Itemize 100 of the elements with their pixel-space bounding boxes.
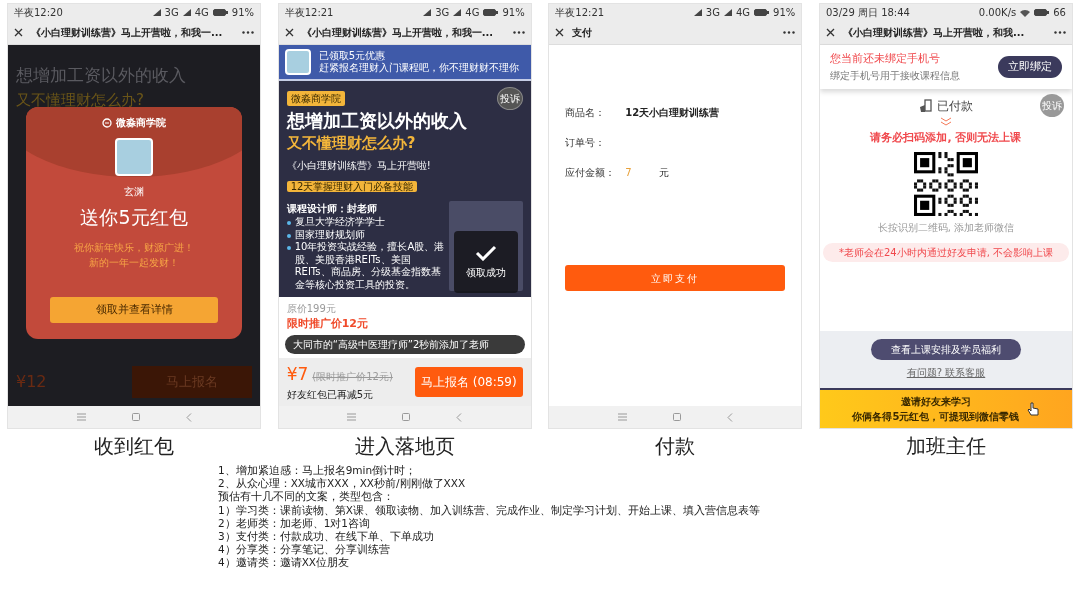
sender-name: 玄渊 <box>124 185 144 199</box>
bullet-icon <box>286 246 291 251</box>
back-icon[interactable] <box>726 412 733 422</box>
network-speed: 0.00K/s <box>978 6 1017 20</box>
bind-subtitle: 绑定手机号用于接收课程信息 <box>829 68 960 83</box>
caption: 付款 <box>655 434 696 458</box>
signal-icon <box>423 9 432 16</box>
greeting-text: 祝你新年快乐，财源广进！ <box>74 240 194 255</box>
menu-icon[interactable] <box>617 413 627 421</box>
signal-icon <box>182 9 191 16</box>
bullet-text: 国家理财规划师 <box>294 228 365 241</box>
signal-icon <box>453 9 462 16</box>
page-title: 支付 <box>572 26 594 40</box>
note-line: 2、从众心理：XX城市XXX，XX秒前/刚刚做了XXX <box>218 477 467 490</box>
more-icon[interactable] <box>242 31 254 34</box>
intro-text: 《小白理财训练营》马上开营啦! <box>286 159 432 174</box>
note-line: 3）支付类：付款成功、在线下单、下单成功 <box>218 530 435 544</box>
note-line: 1、增加紧迫感：马上报名9min倒计时； <box>218 464 418 478</box>
status-time: 半夜12:21 <box>284 6 334 20</box>
banner-subtitle: 赶紧报名理财入门课程吧，你不理财财不理你 <box>318 62 519 74</box>
battery-level: 91% <box>773 6 796 20</box>
claim-button[interactable]: 领取并查看详情 <box>49 296 219 323</box>
home-icon[interactable] <box>672 413 681 421</box>
battery-level: 91% <box>231 6 254 20</box>
signal-icon <box>693 9 702 16</box>
caption: 进入落地页 <box>354 434 455 458</box>
help-link[interactable]: 有问题? 联系客服 <box>906 365 986 380</box>
invite-banner[interactable]: 邀请好友来学习 你俩各得5元红包，可提现到微信零钱 <box>819 388 1072 428</box>
battery-icon <box>212 9 228 16</box>
currency-unit: 元 <box>659 165 670 180</box>
network-label: 3G <box>705 6 720 20</box>
field-label: 应付金额： <box>565 165 617 180</box>
schedule-button[interactable]: 查看上课安排及学员福利 <box>870 339 1021 360</box>
banner-title: 已领取5元优惠 <box>318 50 387 62</box>
bullet-text: 10年投资实战经验，擅长A股、港股、美股香港REITs、美国REITs、商品房、分级基金指数基金等核心投资工具的投资。 <box>294 241 445 292</box>
logo-icon <box>102 117 112 128</box>
back-icon[interactable] <box>456 412 463 422</box>
page-title: 《小白理财训练营》马上开营啦，和我一... <box>301 26 495 40</box>
avatar-placeholder <box>284 49 311 75</box>
brand-tag: 微淼商学院 <box>286 91 345 106</box>
avatar-placeholder <box>115 138 153 176</box>
complaint-button[interactable]: 投诉 <box>496 87 523 110</box>
notice-text: *老师会在24小时内通过好友申请, 不会影响上课 <box>822 243 1069 262</box>
checkmark-icon <box>474 244 497 261</box>
qr-code-drawing <box>913 152 978 216</box>
close-icon[interactable] <box>555 28 565 37</box>
page-title: 《小白理财训练营》马上开营啦，和我... <box>842 26 1026 40</box>
more-icon[interactable] <box>783 31 796 34</box>
note-line: 1）学习类：课前读物、第X课、领取读物、加入训练营、完成作业、制定学习计划、开始上课、填入营信息表等 <box>218 503 761 517</box>
subheadline: 又不懂理财怎么办? <box>286 132 417 154</box>
notification-toast: 大同市的“高级中医理疗师”2秒前添加了老师 <box>284 334 525 354</box>
amount-value: 7 <box>625 165 633 180</box>
signal-icon <box>723 9 732 16</box>
network-label: 4G <box>465 6 480 20</box>
note-line: 4）分享类：分享笔记、分享训练营 <box>218 543 391 557</box>
price: ¥7 <box>286 362 309 386</box>
field-label: 商品名： <box>565 105 607 120</box>
home-icon[interactable] <box>131 413 140 421</box>
close-icon[interactable] <box>825 28 835 37</box>
status-time: 半夜12:20 <box>14 6 63 20</box>
price-text: 原价199元 <box>286 302 337 317</box>
price: ¥12 <box>16 371 47 393</box>
menu-icon[interactable] <box>76 413 86 421</box>
network-label: 3G <box>435 6 450 20</box>
headline: 想增加工资以外的收入 <box>16 64 187 87</box>
close-icon[interactable] <box>14 28 23 37</box>
price-text: 限时推广价12元 <box>286 316 369 333</box>
warning-text: 请务必扫码添加, 否则无法上课 <box>870 129 1022 146</box>
network-label: 3G <box>164 6 179 20</box>
caption: 收到红包 <box>94 434 174 458</box>
highlight-tag: 12天掌握理财入门必备技能 <box>286 181 418 193</box>
back-icon[interactable] <box>185 412 192 422</box>
invite-text: 你俩各得5元红包，可提现到微信零钱 <box>852 410 1020 424</box>
chevron-down-icon <box>939 116 952 126</box>
network-label: 4G <box>194 6 209 20</box>
wifi-icon <box>1020 8 1031 17</box>
network-label: 4G <box>735 6 751 20</box>
menu-icon[interactable] <box>347 413 357 421</box>
note-line: 4）邀请类：邀请XX位朋友 <box>218 556 351 570</box>
close-icon[interactable] <box>284 28 294 37</box>
toast-text: 领取成功 <box>465 265 506 280</box>
note-line: 预估有十几不同的文案，类型包含： <box>218 490 395 504</box>
more-icon[interactable] <box>512 31 525 34</box>
subheadline: 又不懂理财怎么办? <box>16 89 145 111</box>
signal-icon <box>152 9 161 16</box>
bind-button[interactable]: 立即绑定 <box>997 55 1062 78</box>
packet-title: 送你5元红包 <box>80 205 188 230</box>
field-value: 12天小白理财训练营 <box>625 105 720 120</box>
discount-note: 好友红包已再减5元 <box>286 388 375 402</box>
more-icon[interactable] <box>1053 31 1066 34</box>
battery-icon <box>483 9 499 16</box>
designer-text: 课程设计师：封老师 <box>286 202 378 216</box>
field-label: 订单号： <box>565 135 607 150</box>
battery-icon <box>1034 9 1050 16</box>
status-time: 半夜12:21 <box>555 6 605 20</box>
home-icon[interactable] <box>402 413 411 421</box>
battery-level: 91% <box>502 6 525 20</box>
page-title: 《小白理财训练营》马上开营啦，和我一... <box>31 26 224 40</box>
paid-status: 已付款 <box>936 97 973 115</box>
brand-name: 微淼商学院 <box>116 116 166 130</box>
